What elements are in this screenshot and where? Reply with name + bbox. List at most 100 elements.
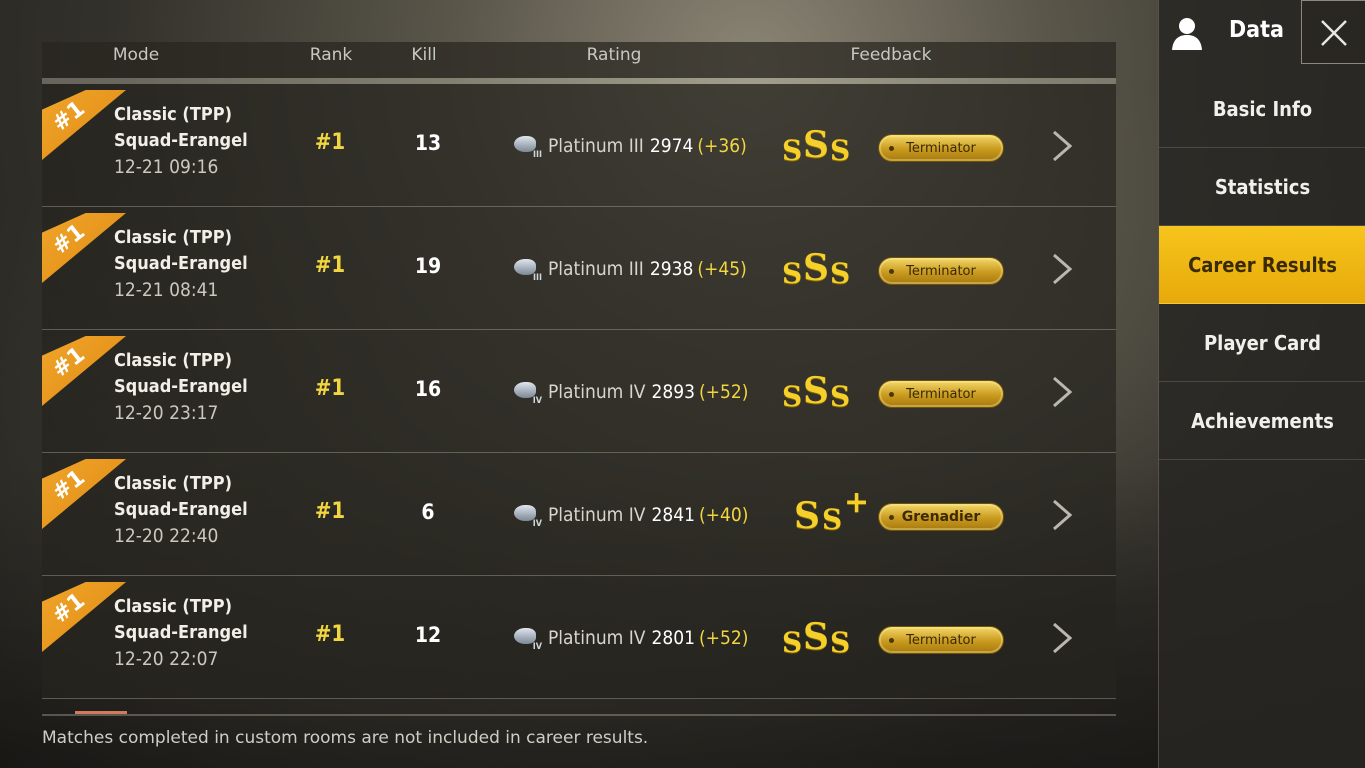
kill-value: 16 bbox=[414, 377, 442, 401]
table-row[interactable]: #1 Classic (TPP) Squad-Erangel 12-20 22:… bbox=[42, 576, 1116, 699]
match-mode: Classic (TPP) Squad-Erangel 12-20 22:07 bbox=[114, 594, 248, 672]
match-time: 12-21 08:41 bbox=[114, 279, 219, 301]
table-row[interactable]: #1 Classic (TPP) Squad-Erangel 12-21 08:… bbox=[42, 207, 1116, 330]
grade-letter: S bbox=[803, 124, 829, 166]
side-header: Data bbox=[1159, 0, 1365, 68]
header-rank: Rank bbox=[309, 45, 353, 65]
row-detail-button[interactable] bbox=[1046, 497, 1076, 533]
tier-name: Platinum III bbox=[548, 135, 644, 157]
tier-name: Platinum III bbox=[548, 258, 644, 280]
row-detail-button[interactable] bbox=[1046, 128, 1076, 164]
tier-helmet-icon: IV bbox=[512, 624, 544, 652]
rating-score: 2893 bbox=[651, 381, 695, 403]
rank-value: #1 bbox=[314, 622, 346, 647]
header-rating: Rating bbox=[586, 45, 642, 65]
header-mode: Mode bbox=[112, 45, 160, 65]
badge-label: #1 bbox=[47, 465, 90, 506]
tier-helmet-icon: III bbox=[512, 132, 544, 160]
table-row[interactable]: #1 Classic (TPP) Squad-Erangel 12-20 22:… bbox=[42, 453, 1116, 576]
mode-name: Classic (TPP) bbox=[114, 227, 232, 248]
match-time: 12-20 22:07 bbox=[114, 648, 219, 670]
tier-icon-numeral: IV bbox=[532, 642, 542, 652]
rating-score: 2974 bbox=[649, 135, 694, 157]
scrollbar-track bbox=[42, 714, 1116, 716]
badge-label: #1 bbox=[47, 342, 90, 383]
mode-map: Squad-Erangel bbox=[114, 130, 248, 151]
feedback-label: Terminator bbox=[906, 386, 976, 402]
grade-letter: S bbox=[830, 257, 851, 290]
match-rating: IV Platinum IV 2801 (+52) bbox=[512, 624, 748, 652]
tier-icon-numeral: III bbox=[532, 150, 542, 160]
table-header: Mode Rank Kill Rating Feedback bbox=[42, 42, 1116, 78]
grade-letter: S bbox=[782, 257, 803, 290]
tier-name: Platinum IV bbox=[548, 627, 646, 649]
chevron-right-icon bbox=[1053, 130, 1073, 162]
kill-value: 13 bbox=[414, 131, 442, 155]
feedback-tag: Terminator bbox=[878, 380, 1004, 408]
match-rating: III Platinum III 2938 (+45) bbox=[512, 255, 747, 283]
grade-badge: S S + bbox=[782, 485, 869, 537]
feedback-tag: Terminator bbox=[878, 257, 1004, 285]
nav-item-player-card[interactable]: Player Card bbox=[1159, 304, 1365, 382]
tier-name: Platinum IV bbox=[548, 504, 646, 526]
feedback-tag: Grenadier bbox=[878, 503, 1004, 531]
table-row[interactable]: #1 Classic (TPP) Squad-Erangel 12-21 09:… bbox=[42, 84, 1116, 207]
row-detail-button[interactable] bbox=[1046, 374, 1076, 410]
rank-value: #1 bbox=[314, 253, 346, 278]
tier-helmet-icon: III bbox=[512, 255, 544, 283]
match-mode: Classic (TPP) Squad-Erangel 12-21 08:41 bbox=[114, 225, 248, 303]
mode-name: Classic (TPP) bbox=[114, 350, 232, 371]
grade-letter: S bbox=[803, 247, 829, 289]
match-rating: IV Platinum IV 2841 (+40) bbox=[512, 501, 748, 529]
nav-item-achievements[interactable]: Achievements bbox=[1159, 382, 1365, 460]
nav-item-career-results[interactable]: Career Results bbox=[1159, 226, 1365, 304]
grade-letter: S bbox=[794, 495, 820, 537]
career-results-table: Mode Rank Kill Rating Feedback #1 Classi… bbox=[42, 42, 1116, 699]
side-title: Data bbox=[1229, 17, 1284, 43]
chevron-right-icon bbox=[1053, 376, 1073, 408]
scrollbar-thumb[interactable] bbox=[75, 711, 127, 714]
grade-letter: S bbox=[782, 134, 803, 167]
rank-value: #1 bbox=[314, 376, 346, 401]
feedback-label: Grenadier bbox=[901, 509, 981, 525]
grade-letter: S bbox=[782, 626, 803, 659]
grade-letter: S bbox=[822, 503, 843, 536]
feedback-label: Terminator bbox=[906, 263, 976, 279]
row-detail-button[interactable] bbox=[1046, 251, 1076, 287]
tier-helmet-icon: IV bbox=[512, 378, 544, 406]
horizontal-scrollbar[interactable] bbox=[42, 708, 1116, 716]
close-icon bbox=[1321, 20, 1347, 46]
match-time: 12-21 09:16 bbox=[114, 156, 219, 178]
match-rating: III Platinum III 2974 (+36) bbox=[512, 132, 747, 160]
grade-badge: S S S bbox=[782, 614, 862, 659]
match-mode: Classic (TPP) Squad-Erangel 12-20 23:17 bbox=[114, 348, 248, 426]
grade-letter: S bbox=[830, 626, 851, 659]
rating-delta: (+36) bbox=[697, 135, 747, 157]
nav-item-statistics[interactable]: Statistics bbox=[1159, 148, 1365, 226]
match-mode: Classic (TPP) Squad-Erangel 12-20 22:40 bbox=[114, 471, 248, 549]
side-nav: Basic Info Statistics Career Results Player… bbox=[1159, 70, 1365, 460]
match-rating: IV Platinum IV 2893 (+52) bbox=[512, 378, 748, 406]
table-row[interactable]: #1 Classic (TPP) Squad-Erangel 12-20 23:… bbox=[42, 330, 1116, 453]
tier-name: Platinum IV bbox=[548, 381, 646, 403]
rating-delta: (+52) bbox=[698, 627, 749, 649]
grade-letter: S bbox=[830, 134, 851, 167]
tier-icon-numeral: IV bbox=[532, 396, 542, 406]
grade-letter: + bbox=[844, 485, 870, 520]
grade-letter: S bbox=[803, 616, 829, 658]
feedback-label: Terminator bbox=[906, 140, 976, 156]
close-button[interactable] bbox=[1301, 0, 1365, 64]
grade-badge: S S S bbox=[782, 368, 862, 413]
badge-label: #1 bbox=[47, 219, 90, 260]
side-panel: Data Basic Info Statistics Career Results P… bbox=[1158, 0, 1365, 768]
tier-icon-numeral: III bbox=[532, 273, 542, 283]
feedback-tag: Terminator bbox=[878, 626, 1004, 654]
row-detail-button[interactable] bbox=[1046, 620, 1076, 656]
feedback-label: Terminator bbox=[906, 632, 976, 648]
mode-map: Squad-Erangel bbox=[114, 376, 248, 397]
rating-delta: (+52) bbox=[698, 381, 749, 403]
user-icon bbox=[1171, 16, 1203, 50]
tier-helmet-icon: IV bbox=[512, 501, 544, 529]
nav-item-basic-info[interactable]: Basic Info bbox=[1159, 70, 1365, 148]
header-kill: Kill bbox=[411, 45, 437, 65]
